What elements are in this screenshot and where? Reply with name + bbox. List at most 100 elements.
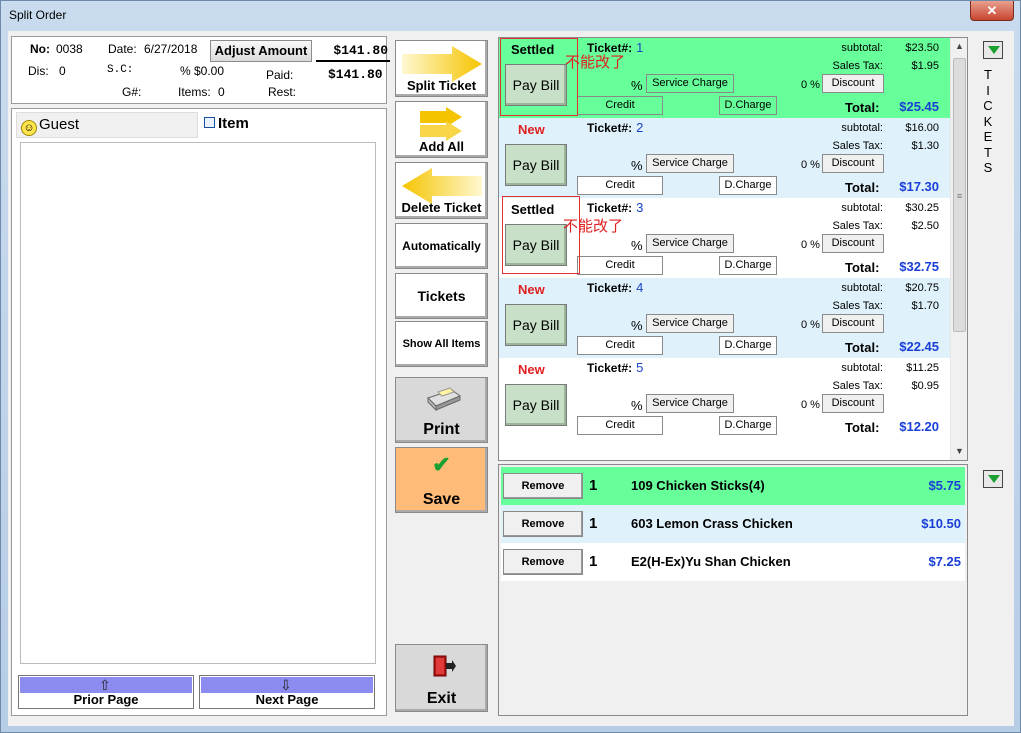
ticket-label: Ticket#:	[587, 121, 633, 135]
ticket-number: 3	[636, 200, 644, 215]
discount-button[interactable]: Discount	[822, 74, 884, 93]
ticket-number-label: Ticket#: 4	[587, 280, 643, 295]
credit-button[interactable]: Credit	[577, 256, 663, 275]
paid-value: $141.80	[328, 67, 383, 82]
rest-label: Rest:	[268, 85, 297, 99]
guest-panel: ☺ Guest Item ⇧ Prior Page ⇩ Next Page	[11, 108, 387, 716]
split-order-window: Split Order ✕ No: 0038 Date: 6/27/2018 A…	[0, 0, 1021, 733]
discount-percent: 0 %	[801, 239, 820, 251]
order-amount: $141.80	[316, 40, 390, 62]
ticket-number-label: Ticket#: 3	[587, 200, 643, 215]
tickets-vertical-label: T I C K E T S	[982, 67, 994, 176]
service-charge-button[interactable]: Service Charge	[646, 154, 734, 173]
save-button[interactable]: ✔ Save	[395, 447, 488, 513]
service-charge-button[interactable]: Service Charge	[646, 74, 734, 93]
remove-button[interactable]: Remove	[503, 549, 583, 575]
items-download-icon[interactable]	[983, 470, 1003, 488]
discount-button[interactable]: Discount	[822, 394, 884, 413]
list-item[interactable]: Remove 1 109 Chicken Sticks(4) $5.75	[501, 467, 965, 505]
annotation-note: 不能改了	[563, 218, 624, 235]
subtotal-label: subtotal:	[841, 42, 883, 54]
save-label: Save	[422, 491, 461, 508]
title-bar: Split Order ✕	[1, 1, 1020, 31]
tickets-letter: I	[986, 82, 990, 98]
sales-tax-label: Sales Tax:	[832, 60, 883, 72]
d-charge-button[interactable]: D.Charge	[719, 416, 777, 435]
ticket-number: 1	[636, 40, 644, 55]
items-count: 0	[218, 85, 225, 99]
tab-guest[interactable]: ☺ Guest	[16, 112, 198, 138]
pay-bill-button[interactable]: Pay Bill	[505, 144, 567, 186]
percent-label: %	[631, 318, 643, 333]
d-charge-button[interactable]: D.Charge	[719, 96, 777, 115]
credit-button[interactable]: Credit	[577, 416, 663, 435]
tickets-letter: T	[984, 144, 992, 160]
ticket-number: 5	[636, 360, 644, 375]
scroll-down-icon[interactable]: ▼	[951, 443, 967, 460]
add-all-button[interactable]: Add All	[395, 101, 488, 158]
print-label: Print	[423, 421, 460, 438]
service-charge-button[interactable]: Service Charge	[646, 394, 734, 413]
list-item[interactable]: Remove 1 E2(H-Ex)Yu Shan Chicken $7.25	[501, 543, 965, 581]
credit-button[interactable]: Credit	[577, 176, 663, 195]
tickets-scrollbar[interactable]: ▲ ≡ ▼	[950, 38, 967, 460]
pay-bill-button[interactable]: Pay Bill	[505, 384, 567, 426]
guest-list[interactable]	[20, 142, 376, 664]
prior-page-button[interactable]: ⇧ Prior Page	[18, 675, 194, 709]
credit-button[interactable]: Credit	[577, 336, 663, 355]
discount-button[interactable]: Discount	[822, 234, 884, 253]
delete-ticket-button[interactable]: Delete Ticket	[395, 162, 488, 219]
tab-item[interactable]: Item	[204, 112, 249, 136]
subtotal-label: subtotal:	[841, 362, 883, 374]
ticket-label: Ticket#:	[587, 361, 633, 375]
total-value: $17.30	[899, 179, 939, 194]
service-charge-button[interactable]: Service Charge	[646, 234, 734, 253]
sales-tax-label: Sales Tax:	[832, 140, 883, 152]
subtotal-value: $11.25	[906, 362, 939, 374]
next-page-button[interactable]: ⇩ Next Page	[199, 675, 375, 709]
pay-bill-button[interactable]: Pay Bill	[505, 304, 567, 346]
subtotal-value: $20.75	[905, 282, 939, 294]
d-charge-button[interactable]: D.Charge	[719, 176, 777, 195]
total-label: Total:	[845, 180, 880, 195]
list-item[interactable]: Remove 1 603 Lemon Crass Chicken $10.50	[501, 505, 965, 543]
tickets-button[interactable]: Tickets	[395, 273, 488, 319]
automatically-button[interactable]: Automatically	[395, 223, 488, 269]
credit-button[interactable]: Credit	[577, 96, 663, 115]
remove-button[interactable]: Remove	[503, 473, 583, 499]
print-button[interactable]: Print	[395, 377, 488, 443]
ticket-number: 4	[636, 280, 644, 295]
tickets-letter: C	[983, 98, 993, 113]
total-label: Total:	[845, 340, 880, 355]
tickets-letter: S	[983, 160, 993, 175]
paid-label: Paid:	[266, 68, 294, 82]
add-all-label: Add All	[418, 139, 464, 154]
sales-tax-value: $2.50	[911, 220, 939, 232]
scroll-thumb[interactable]: ≡	[953, 58, 966, 332]
sales-tax-value: $1.70	[911, 300, 939, 312]
scroll-up-icon[interactable]: ▲	[951, 38, 967, 55]
service-charge-button[interactable]: Service Charge	[646, 314, 734, 333]
show-all-items-button[interactable]: Show All Items	[395, 321, 488, 367]
close-button[interactable]: ✕	[970, 1, 1014, 21]
ticket-card: New Pay Bill Ticket#: 4 % Service Charge …	[499, 278, 951, 358]
exit-button[interactable]: Exit	[395, 644, 488, 712]
tickets-download-icon[interactable]	[983, 41, 1003, 59]
subtotal-value: $23.50	[905, 42, 939, 54]
discount-button[interactable]: Discount	[822, 314, 884, 333]
adjust-amount-button[interactable]: Adjust Amount	[210, 40, 312, 62]
item-price: $5.75	[928, 478, 961, 493]
sales-tax-value: $0.95	[911, 380, 939, 392]
split-ticket-label: Split Ticket	[406, 78, 477, 93]
ticket-status: New	[518, 362, 545, 377]
d-charge-button[interactable]: D.Charge	[719, 256, 777, 275]
item-name: 109 Chicken Sticks(4)	[631, 478, 765, 493]
no-label: No:	[30, 42, 50, 56]
split-ticket-button[interactable]: Split Ticket	[395, 40, 488, 97]
remove-button[interactable]: Remove	[503, 511, 583, 537]
discount-button[interactable]: Discount	[822, 154, 884, 173]
discount-percent: 0 %	[801, 79, 820, 91]
smiley-icon: ☺	[21, 120, 37, 136]
discount-percent: 0 %	[801, 399, 820, 411]
d-charge-button[interactable]: D.Charge	[719, 336, 777, 355]
